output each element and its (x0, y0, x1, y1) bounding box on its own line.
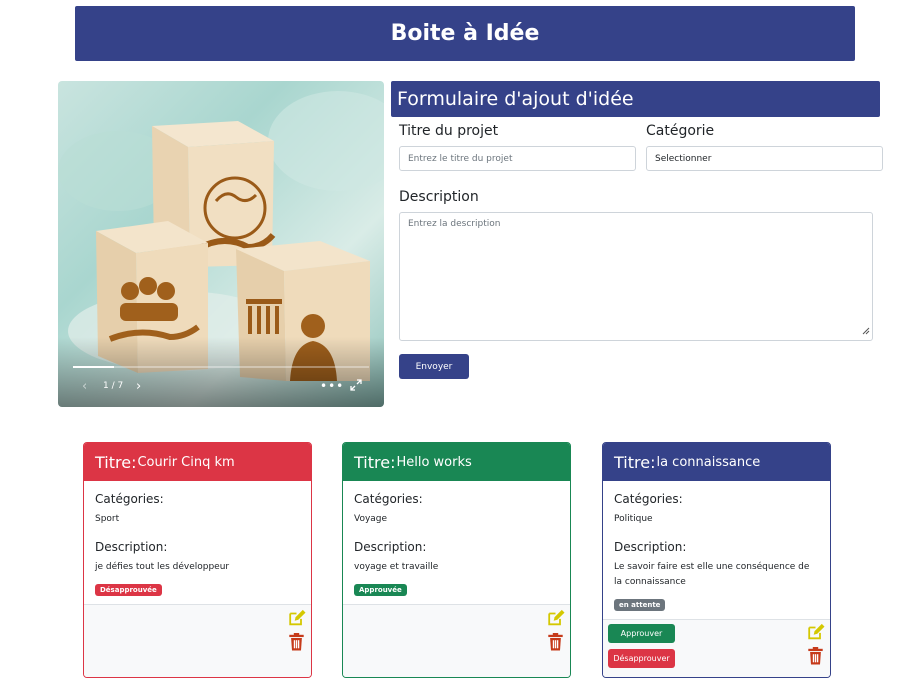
resize-handle-icon[interactable] (862, 327, 870, 338)
category-select[interactable]: Selectionner (646, 146, 883, 171)
edit-icon[interactable] (806, 623, 825, 645)
status-badge: en attente (614, 599, 666, 611)
description-textarea[interactable]: Entrez la description (399, 212, 873, 341)
card-category: Politique (614, 514, 653, 524)
category-select-value: Selectionner (655, 153, 712, 164)
card-title: Courir Cinq km (137, 454, 235, 470)
trash-icon[interactable] (548, 633, 563, 655)
idea-card: Titre: Courir Cinq km Catégories: Sport … (83, 442, 312, 678)
idea-card: Titre: Hello works Catégories: Voyage De… (342, 442, 571, 678)
fullscreen-icon[interactable] (350, 379, 362, 394)
description-label: Description (399, 189, 479, 205)
idea-card: Titre: la connaissance Catégories: Polit… (602, 442, 831, 678)
disapprove-button[interactable]: Désapprouver (608, 649, 675, 668)
form-title: Formulaire d'ajout d'idée (391, 81, 880, 117)
card-body: Catégories: Sport Description: je défies… (84, 481, 311, 596)
image-carousel[interactable]: ‹ 1 / 7 › ••• (58, 81, 384, 407)
card-title: la connaissance (656, 454, 761, 470)
card-category: Sport (95, 514, 120, 524)
edit-icon[interactable] (287, 609, 306, 631)
trash-icon[interactable] (808, 647, 823, 669)
edit-icon[interactable] (546, 609, 565, 631)
card-title: Hello works (396, 454, 472, 470)
card-body: Catégories: Politique Description: Le sa… (603, 481, 830, 611)
card-categories-label: Catégories: (614, 492, 683, 506)
carousel-counter: 1 / 7 (103, 381, 124, 391)
card-body: Catégories: Voyage Description: voyage e… (343, 481, 570, 596)
category-label: Catégorie (646, 123, 715, 139)
card-description: je défies tout les développeur (95, 562, 230, 572)
card-title-prefix: Titre: (614, 452, 656, 472)
project-title-input[interactable]: Entrez le titre du projet (399, 146, 636, 171)
card-footer (343, 604, 570, 677)
card-header: Titre: la connaissance (603, 443, 830, 481)
status-badge: Approuvée (354, 584, 407, 596)
card-header: Titre: Hello works (343, 443, 570, 481)
card-header: Titre: Courir Cinq km (84, 443, 311, 481)
card-category: Voyage (354, 514, 388, 524)
carousel-next-button[interactable]: › (136, 379, 141, 394)
trash-icon[interactable] (289, 633, 304, 655)
page-header: Boite à Idée (75, 6, 855, 61)
carousel-progress-fill (73, 366, 115, 368)
carousel-progress (73, 366, 369, 368)
carousel-prev-button[interactable]: ‹ (82, 379, 87, 394)
project-title-label: Titre du projet (399, 123, 499, 139)
carousel-controls: ‹ 1 / 7 › ••• (58, 379, 384, 397)
card-title-prefix: Titre: (354, 452, 396, 472)
description-placeholder: Entrez la description (408, 219, 501, 229)
card-categories-label: Catégories: (95, 492, 164, 506)
carousel-more-button[interactable]: ••• (320, 379, 344, 393)
card-footer (84, 604, 311, 677)
project-title-placeholder: Entrez le titre du projet (408, 153, 513, 164)
approve-button[interactable]: Approuver (608, 624, 675, 643)
submit-button[interactable]: Envoyer (399, 354, 469, 379)
card-categories-label: Catégories: (354, 492, 423, 506)
card-title-prefix: Titre: (95, 452, 137, 472)
status-badge: Désapprouvée (95, 584, 162, 596)
page-title: Boite à Idée (390, 21, 540, 46)
card-description-label: Description: (354, 540, 427, 554)
card-description: voyage et travaille (354, 562, 439, 572)
form-title-text: Formulaire d'ajout d'idée (397, 88, 634, 110)
card-description-label: Description: (95, 540, 168, 554)
card-footer: Approuver Désapprouver (603, 619, 830, 677)
card-description: Le savoir faire est elle une conséquence… (614, 562, 810, 587)
card-description-label: Description: (614, 540, 687, 554)
